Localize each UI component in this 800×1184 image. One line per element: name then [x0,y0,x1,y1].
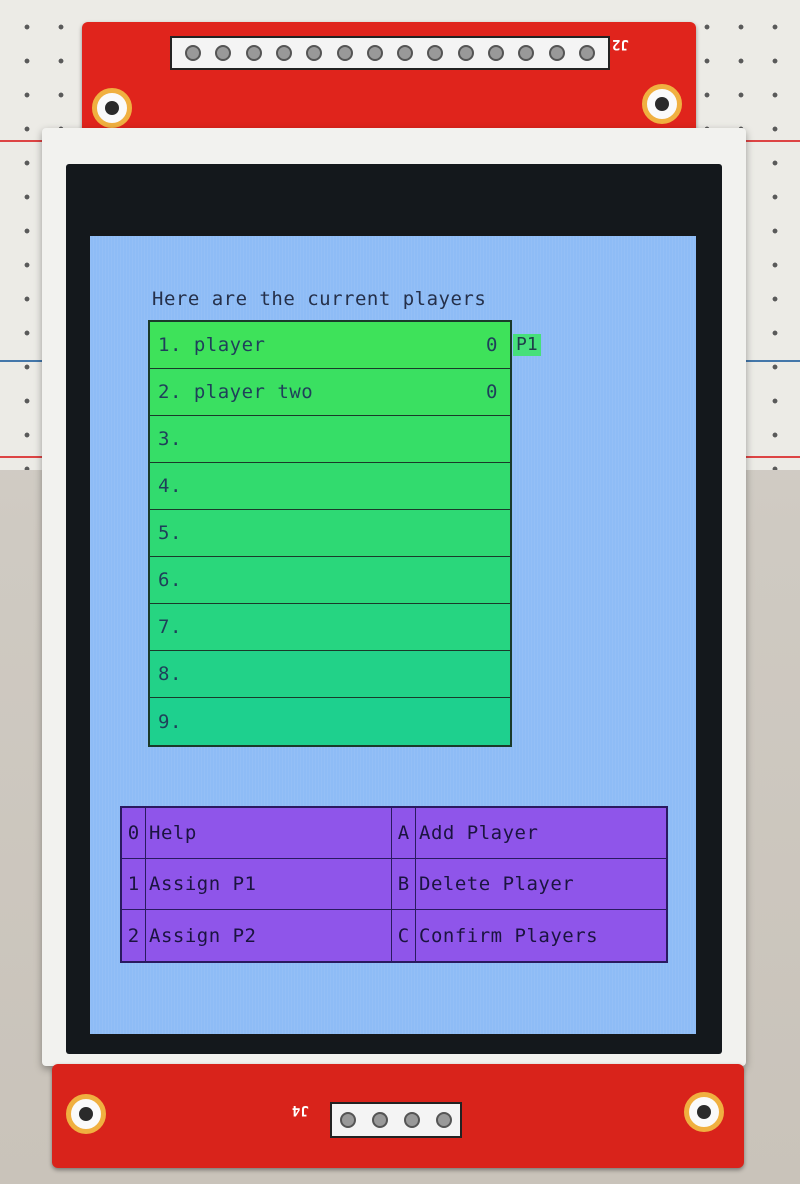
menu-key: C [392,910,416,961]
menu-row: 0 Help A Add Player [122,808,666,859]
menu-option[interactable]: Assign P1 [146,859,392,909]
player-row: 5. [150,510,510,557]
mounting-hole [66,1094,106,1134]
player-row: 6. [150,557,510,604]
player-list: 1. player 0 2. player two 0 3. 4. 5. 6. 7. 8. 9. [148,320,512,747]
player-row: 8. [150,651,510,698]
player-name: 1. player [158,334,266,356]
player-row: 4. [150,463,510,510]
player-name: 4. [158,475,182,497]
mounting-hole [92,88,132,128]
menu-key: 0 [122,808,146,858]
connector-label-j2: J2 [612,36,629,52]
pin-header-j4 [330,1102,462,1138]
menu-option[interactable]: Assign P2 [146,910,392,961]
pin-header-j2 [170,36,610,70]
menu-option[interactable]: Help [146,808,392,858]
player-name: 7. [158,616,182,638]
player-row: 9. [150,698,510,745]
menu-row: 2 Assign P2 C Confirm Players [122,910,666,961]
menu-option[interactable]: Delete Player [416,859,666,909]
player-score: 0 [486,334,498,356]
connector-label-j4: J4 [292,1102,309,1118]
menu-option[interactable]: Add Player [416,808,666,858]
player-name: 2. player two [158,381,314,403]
player-row: 3. [150,416,510,463]
menu-option[interactable]: Confirm Players [416,910,666,961]
p1-assignment-tag: P1 [513,334,541,356]
player-row: 1. player 0 [150,322,510,369]
mounting-hole [642,84,682,124]
lcd-screen: Here are the current players 1. player 0 2… [90,236,696,1034]
players-heading: Here are the current players [152,288,487,310]
player-score: 0 [486,381,498,403]
player-name: 8. [158,663,182,685]
menu-key: A [392,808,416,858]
player-name: 5. [158,522,182,544]
player-row: 2. player two 0 [150,369,510,416]
menu-key: 2 [122,910,146,961]
menu-key: B [392,859,416,909]
player-name: 9. [158,710,182,733]
player-row: 7. [150,604,510,651]
mounting-hole [684,1092,724,1132]
player-name: 6. [158,569,182,591]
menu-grid: 0 Help A Add Player 1 Assign P1 B Delete Player… [120,806,668,963]
menu-row: 1 Assign P1 B Delete Player [122,859,666,910]
player-name: 3. [158,428,182,450]
pcb-top-edge: J2 [82,22,696,144]
menu-key: 1 [122,859,146,909]
